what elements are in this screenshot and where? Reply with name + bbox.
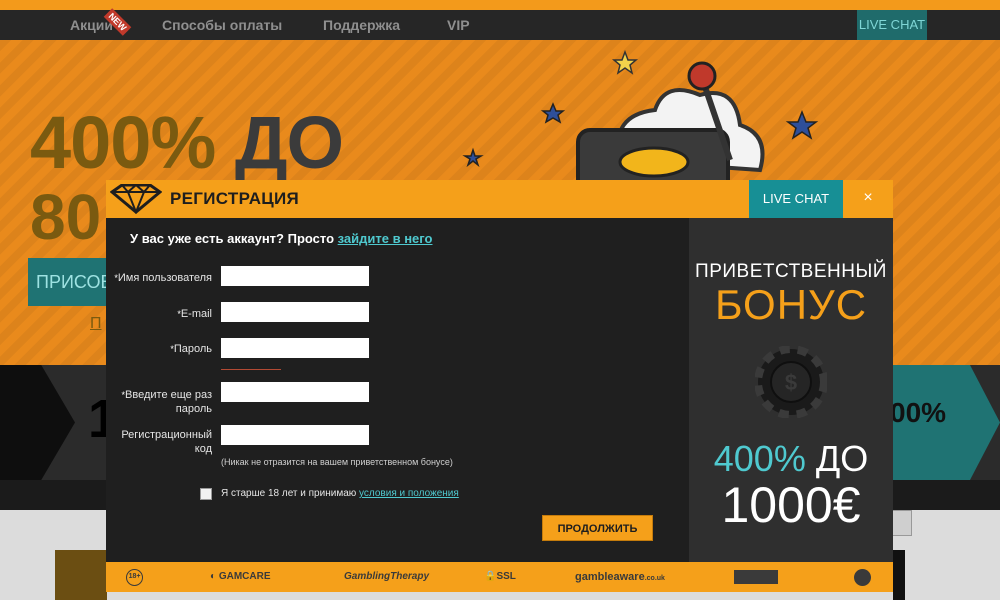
diamond-logo-icon (110, 184, 162, 214)
bonus-line2: БОНУС (714, 281, 868, 328)
username-label: *Имя пользователя (114, 271, 212, 285)
password-label: *Пароль (170, 342, 212, 356)
terms-text: Я старше 18 лет и принимаю (221, 488, 360, 499)
ssl-logo: 🔒SSL (484, 562, 516, 592)
username-label-text: Имя пользователя (117, 272, 212, 284)
ssl-label: SSL (496, 571, 516, 582)
main-nav: Акции NEW Способы оплаты Поддержка VIP (0, 8, 1000, 40)
gamcare-icon: ◐ (210, 571, 219, 582)
slot-machine-illustration (462, 49, 819, 200)
hero-join-button[interactable]: ПРИСОЕ (28, 258, 118, 306)
game-thumbnail[interactable] (893, 550, 905, 600)
game-thumbnail[interactable] (55, 550, 107, 600)
modal-title: РЕГИСТРАЦИЯ (170, 189, 300, 208)
nav-live-chat-button[interactable]: LIVE CHAT (857, 10, 927, 40)
bonus-up-to: ДО (805, 438, 869, 479)
reg-code-label-line1: Регистрационный (121, 429, 212, 441)
hero-link[interactable]: П (90, 315, 102, 333)
hero-percent: 400% (30, 101, 216, 184)
email-label: *E-mail (177, 307, 212, 321)
welcome-bonus-panel: ПРИВЕТСТВЕННЫЙ БОНУС $ 400% ДО 1000€ (689, 218, 893, 562)
bonus-line1: ПРИВЕТСТВЕННЫЙ (695, 261, 887, 282)
gambling-therapy-logo[interactable]: GamblingTherapy (344, 562, 429, 592)
modal-footer: 18+ ◐ GAMCARE GamblingTherapy 🔒SSL gambl… (106, 562, 893, 592)
lock-icon: 🔒 (484, 571, 497, 582)
password-repeat-label: *Введите еще раз пароль (122, 388, 212, 416)
email-label-text: E-mail (180, 308, 212, 320)
password-repeat-label-line1: Введите еще раз (125, 389, 212, 401)
gamcare-label: GAMCARE (218, 571, 271, 582)
close-icon[interactable]: × (843, 180, 893, 218)
password-repeat-label-line2: пароль (175, 403, 212, 415)
terms-link[interactable]: условия и положения (359, 488, 459, 499)
reg-code-hint: (Никак не отразится на вашем приветствен… (221, 457, 453, 467)
password-repeat-field[interactable] (221, 382, 369, 402)
modal-header: РЕГИСТРАЦИЯ LIVE CHAT × (106, 180, 893, 218)
promo-band-percent: 00% (890, 397, 947, 428)
hero-headline-line2: 80 (30, 181, 102, 253)
registration-modal: РЕГИСТРАЦИЯ LIVE CHAT × У вас уже есть а… (106, 180, 893, 592)
age-terms-checkbox[interactable] (200, 488, 212, 500)
existing-account-prompt: У вас уже есть аккаунт? Просто зайдите в… (130, 231, 432, 246)
bonus-amount: 1000€ (721, 477, 861, 533)
bonus-percent: 400% (713, 438, 806, 479)
terms-agreement: Я старше 18 лет и принимаю условия и пол… (221, 488, 459, 499)
reg-code-label-line2: код (194, 443, 212, 455)
age-18-icon: 18+ (126, 569, 143, 586)
nav-item-payment-methods[interactable]: Способы оплаты (162, 10, 282, 40)
registration-code-field[interactable] (221, 425, 369, 445)
nav-item-vip[interactable]: VIP (447, 10, 470, 40)
password-field[interactable] (221, 338, 369, 358)
top-strip (0, 0, 1000, 10)
seal-icon[interactable] (854, 569, 871, 586)
username-field[interactable] (221, 266, 369, 286)
gaming-license-badge[interactable] (734, 570, 778, 584)
gambleaware-label: gambleaware (575, 571, 645, 583)
modal-live-chat-button[interactable]: LIVE CHAT (749, 180, 843, 218)
password-label-text: Пароль (173, 343, 212, 355)
nav-item-support[interactable]: Поддержка (323, 10, 400, 40)
bonus-line3: 400% ДО (689, 438, 893, 480)
login-link[interactable]: зайдите в него (338, 231, 433, 246)
gambleaware-suffix: .co.uk (644, 575, 665, 582)
svg-text:$: $ (785, 370, 797, 395)
gambleaware-logo[interactable]: gambleaware.co.uk (575, 562, 665, 594)
reg-code-label: Регистрационный код (121, 428, 212, 456)
email-field[interactable] (221, 302, 369, 322)
gamcare-logo[interactable]: ◐ GAMCARE (210, 562, 271, 592)
registration-form: У вас уже есть аккаунт? Просто зайдите в… (106, 218, 689, 562)
existing-account-text: У вас уже есть аккаунт? Просто (130, 231, 338, 246)
password-strength-bar (221, 369, 281, 370)
casino-chip-icon: $ (755, 346, 827, 418)
continue-button[interactable]: ПРОДОЛЖИТЬ (542, 515, 653, 541)
hero-word: ДО (234, 101, 344, 184)
hero-headline-line1: 400% ДО (30, 100, 344, 185)
